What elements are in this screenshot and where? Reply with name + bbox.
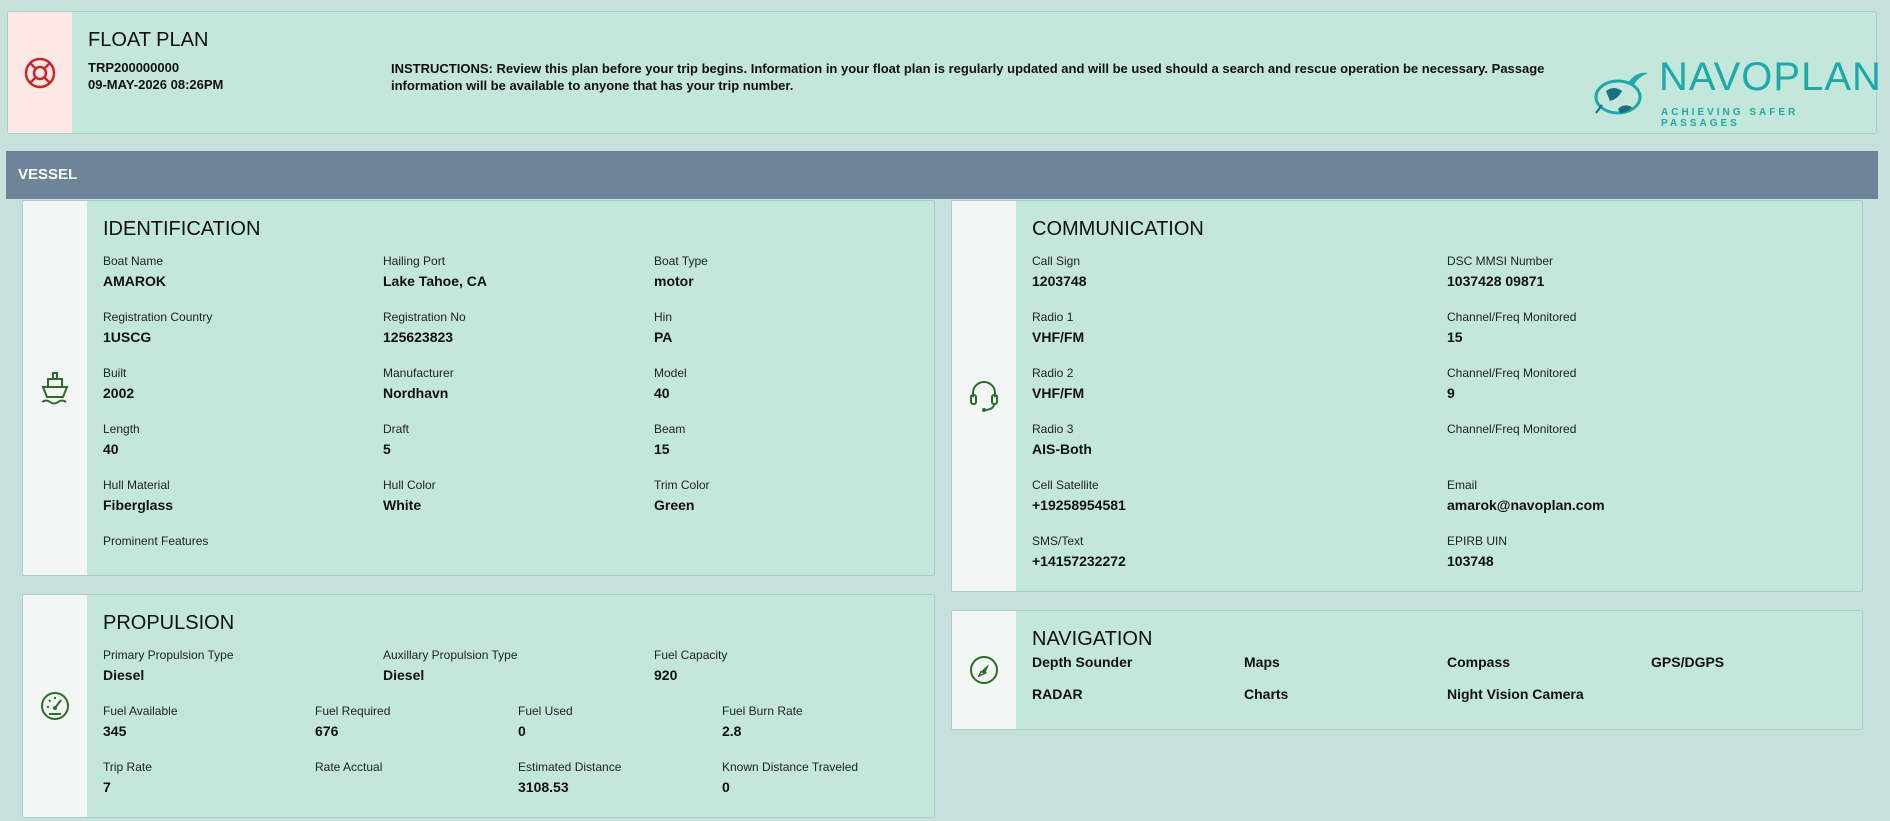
field-estimated-distance: Estimated Distance 3108.53 [518, 760, 622, 795]
field-beam: Beam 15 [654, 422, 686, 457]
field-hull-material: Hull Material Fiberglass [103, 478, 174, 513]
nav-item-compass: Compass [1447, 654, 1511, 670]
field-known-distance: Known Distance Traveled 0 [722, 760, 859, 795]
identification-title: IDENTIFICATION [103, 218, 261, 240]
field-draft: Draft 5 [383, 422, 410, 457]
identification-card: IDENTIFICATION Boat Name AMAROK Hailing P… [22, 200, 935, 576]
propulsion-card: PROPULSION Primary Propulsion Type Diesel… [22, 594, 935, 818]
nav-item-gps-dgps: GPS/DGPS [1651, 654, 1725, 670]
compass-icon [968, 654, 1000, 686]
field-channel-3: Channel/Freq Monitored [1447, 422, 1577, 436]
field-boat-type: Boat Type motor [654, 254, 708, 289]
field-call-sign: Call Sign 1203748 [1032, 254, 1087, 289]
trip-number: TRP200000000 [88, 60, 180, 75]
field-channel-1: Channel/Freq Monitored 15 [1447, 310, 1577, 345]
field-rate-acctual: Rate Acctual [315, 760, 383, 774]
field-hin: Hin PA [654, 310, 673, 345]
ship-icon [40, 371, 70, 405]
nav-item-night-vision-camera: Night Vision Camera [1447, 686, 1584, 702]
communication-card: COMMUNICATION Call Sign 1203748 DSC MMSI … [951, 200, 1863, 592]
field-registration-country: Registration Country 1USCG [103, 310, 213, 345]
instructions-text: INSTRUCTIONS: Review this plan before yo… [391, 61, 1545, 93]
field-auxillary-propulsion: Auxillary Propulsion Type Diesel [383, 648, 518, 683]
communication-title: COMMUNICATION [1032, 218, 1204, 240]
field-epirb-uin: EPIRB UIN 103748 [1447, 534, 1508, 569]
nav-item-charts: Charts [1244, 686, 1289, 702]
field-boat-name: Boat Name AMAROK [103, 254, 166, 289]
propulsion-title: PROPULSION [103, 612, 235, 634]
field-radio-1: Radio 1 VHF/FM [1032, 310, 1085, 345]
lifebuoy-icon [23, 56, 57, 90]
field-radio-2: Radio 2 VHF/FM [1032, 366, 1085, 401]
field-cell-satellite: Cell Satellite +19258954581 [1032, 478, 1126, 513]
field-trim-color: Trim Color Green [654, 478, 710, 513]
globe-bird-icon [1588, 69, 1652, 119]
navigation-title: NAVIGATION [1032, 628, 1153, 650]
nav-item-radar: RADAR [1032, 686, 1083, 702]
field-sms-text: SMS/Text +14157232272 [1032, 534, 1126, 569]
field-trip-rate: Trip Rate 7 [103, 760, 152, 795]
field-fuel-available: Fuel Available 345 [103, 704, 178, 739]
field-channel-2: Channel/Freq Monitored 9 [1447, 366, 1577, 401]
field-radio-3: Radio 3 AIS-Both [1032, 422, 1092, 457]
logo-tagline: ACHIEVING SAFER PASSAGES [1661, 107, 1799, 129]
field-fuel-required: Fuel Required 676 [315, 704, 391, 739]
navoplan-logo: NAVOPLAN ACHIEVING SAFER PASSAGES [1583, 55, 1881, 129]
field-fuel-used: Fuel Used 0 [518, 704, 573, 739]
field-hailing-port: Hailing Port Lake Tahoe, CA [383, 254, 487, 289]
field-fuel-capacity: Fuel Capacity 920 [654, 648, 728, 683]
field-manufacturer: Manufacturer Nordhavn [383, 366, 454, 401]
field-registration-no: Registration No 125623823 [383, 310, 466, 345]
field-model: Model 40 [654, 366, 687, 401]
logo-wordmark: NAVOPLAN [1659, 55, 1882, 99]
float-plan-header: FLOAT PLAN TRP200000000 09-MAY-2026 08:2… [7, 11, 1881, 134]
field-primary-propulsion: Primary Propulsion Type Diesel [103, 648, 234, 683]
field-length: Length 40 [103, 422, 140, 457]
field-fuel-burn-rate: Fuel Burn Rate 2.8 [722, 704, 803, 739]
gauge-icon [39, 690, 71, 722]
header-icon-column [8, 12, 72, 133]
field-dsc-mmsi: DSC MMSI Number 1037428 09871 [1447, 254, 1554, 289]
plan-datetime: 09-MAY-2026 08:26PM [88, 77, 224, 92]
navigation-card: NAVIGATION Depth Sounder Maps Compass GP… [951, 610, 1863, 730]
field-built: Built 2002 [103, 366, 135, 401]
field-prominent-features: Prominent Features [103, 534, 209, 548]
field-hull-color: Hull Color White [383, 478, 436, 513]
page-title: FLOAT PLAN [88, 29, 209, 51]
headset-icon [969, 379, 999, 413]
nav-item-maps: Maps [1244, 654, 1280, 670]
nav-item-depth-sounder: Depth Sounder [1032, 654, 1133, 670]
vessel-section-bar: VESSEL [6, 151, 1878, 199]
field-email: Email amarok@navoplan.com [1447, 478, 1605, 513]
